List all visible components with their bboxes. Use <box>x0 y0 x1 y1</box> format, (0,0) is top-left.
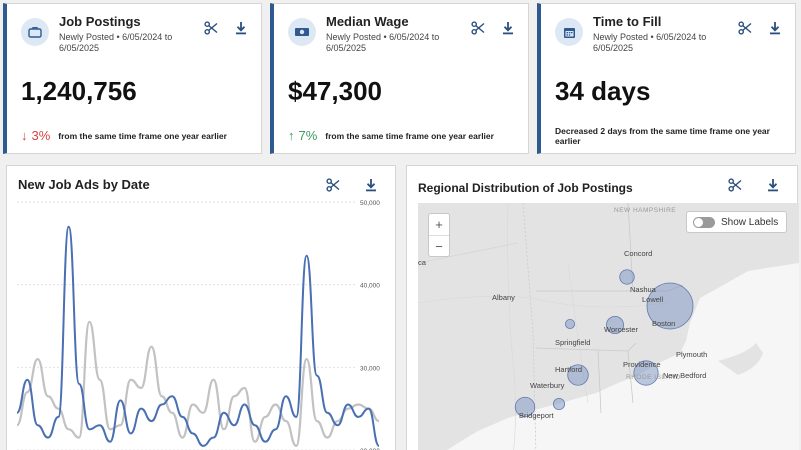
zoom-in-button[interactable]: + <box>429 214 449 235</box>
kpi-delta-pct: 3% <box>31 128 51 143</box>
kpi-card-median-wage: Median Wage Newly Posted • 6/05/2024 to … <box>270 3 529 154</box>
series-line-current <box>16 225 380 447</box>
kpi-delta: ↓ 3% from the same time frame one year e… <box>21 128 227 143</box>
map-label-nashua: Nashua <box>630 285 656 294</box>
map-label-plymouth: Plymouth <box>676 350 708 359</box>
map-bubble-springfield[interactable] <box>564 319 575 330</box>
arrow-up-icon: ↑ <box>288 128 295 143</box>
download-icon[interactable] <box>363 177 379 193</box>
download-icon[interactable] <box>765 177 781 193</box>
download-icon[interactable] <box>767 20 783 36</box>
map-label-springfield: Springfield <box>555 338 591 347</box>
money-icon <box>288 18 316 46</box>
download-icon[interactable] <box>500 20 516 36</box>
kpi-title: Median Wage <box>326 14 409 29</box>
series-line-prior <box>15 320 380 447</box>
scissors-icon[interactable] <box>737 20 753 36</box>
map-label-waterbury: Waterbury <box>530 381 565 390</box>
map-label-worcester: Worcester <box>604 325 639 334</box>
toggle-switch[interactable] <box>693 216 715 228</box>
map-label-fragment: ca <box>418 258 426 267</box>
map-view[interactable]: NEW HAMPSHIRE RHODE ISLAND ca Concord Na… <box>418 203 799 450</box>
kpi-note: Decreased 2 days from the same time fram… <box>555 126 770 146</box>
kpi-delta-text: from the same time frame one year earlie… <box>325 130 494 141</box>
kpi-card-time-to-fill: Time to Fill Newly Posted • 6/05/2024 to… <box>537 3 796 154</box>
kpi-title: Time to Fill <box>593 14 662 29</box>
panel-title: Regional Distribution of Job Postings <box>418 181 633 195</box>
kpi-delta: ↑ 7% from the same time frame one year e… <box>288 128 494 143</box>
arrow-down-icon: ↓ <box>21 128 28 143</box>
map-label-concord: Concord <box>624 249 653 258</box>
map-label-albany: Albany <box>492 293 515 302</box>
map-label-hartford: Hartford <box>555 365 583 374</box>
show-labels-toggle[interactable]: Show Labels <box>686 211 788 233</box>
kpi-value: 34 days <box>555 76 651 106</box>
show-labels-label: Show Labels <box>721 216 779 228</box>
zoom-control: + − <box>428 213 450 257</box>
dashboard: Job Postings Newly Posted • 6/05/2024 to… <box>0 0 801 450</box>
job-ads-line-chart: 50,00040,00030,00020,000 <box>15 200 380 450</box>
y-tick-label: 30,000 <box>360 365 380 372</box>
map-label-lowell: Lowell <box>642 295 664 304</box>
map-label-boston: Boston <box>652 319 676 328</box>
kpi-subtitle: Newly Posted • 6/05/2024 to 6/05/2025 <box>593 32 707 53</box>
download-icon[interactable] <box>233 20 249 36</box>
regional-distribution-panel: Regional Distribution of Job Postings NE… <box>406 165 799 450</box>
map-bubble-waterbury[interactable] <box>552 397 566 411</box>
scissors-icon[interactable] <box>470 20 486 36</box>
kpi-value: 1,240,756 <box>21 76 137 106</box>
y-tick-label: 40,000 <box>360 283 380 290</box>
scissors-icon[interactable] <box>203 20 219 36</box>
scissors-icon[interactable] <box>325 177 341 193</box>
kpi-subtitle: Newly Posted • 6/05/2024 to 6/05/2025 <box>326 32 440 53</box>
zoom-out-button[interactable]: − <box>429 235 449 256</box>
kpi-card-job-postings: Job Postings Newly Posted • 6/05/2024 to… <box>3 3 262 154</box>
kpi-value: $47,300 <box>288 76 382 106</box>
kpi-delta-text: from the same time frame one year earlie… <box>58 130 227 141</box>
job-ads-panel: New Job Ads by Date 50,00040,00030,00020… <box>6 165 396 450</box>
briefcase-icon <box>21 18 49 46</box>
map-label-bridgeport: Bridgeport <box>519 411 554 420</box>
scissors-icon[interactable] <box>727 177 743 193</box>
y-tick-label: 50,000 <box>360 200 380 207</box>
calendar-icon <box>555 18 583 46</box>
map-bubble-concord[interactable] <box>619 269 635 285</box>
panel-title: New Job Ads by Date <box>18 177 150 192</box>
kpi-subtitle: Newly Posted • 6/05/2024 to 6/05/2025 <box>59 32 173 53</box>
kpi-delta-pct: 7% <box>298 128 318 143</box>
kpi-title: Job Postings <box>59 14 141 29</box>
map-label-new-hampshire: NEW HAMPSHIRE <box>614 207 677 214</box>
map-label-providence: Providence <box>623 360 661 369</box>
map-label-new-bedford: New Bedford <box>663 371 707 380</box>
